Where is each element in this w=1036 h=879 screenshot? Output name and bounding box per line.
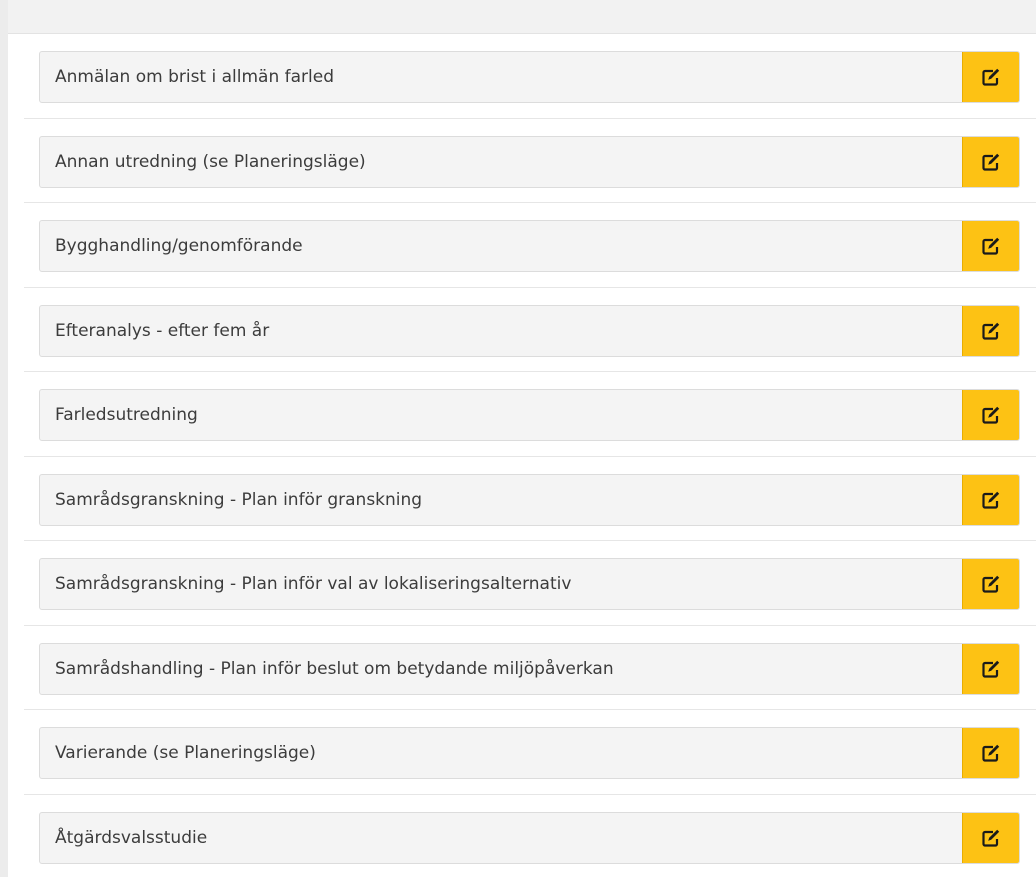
edit-icon — [982, 660, 1000, 678]
list-item-label: Anmälan om brist i allmän farled — [40, 52, 962, 102]
list-item[interactable]: Varierande (se Planeringsläge) — [39, 727, 1020, 779]
edit-button[interactable] — [962, 390, 1019, 440]
list-row: Varierande (se Planeringsläge) — [24, 710, 1036, 795]
list-row: Efteranalys - efter fem år — [24, 288, 1036, 373]
item-list: Anmälan om brist i allmän farled Annan u… — [24, 34, 1036, 879]
edit-button[interactable] — [962, 221, 1019, 271]
left-rail — [0, 0, 8, 877]
list-item-label: Åtgärdsvalsstudie — [40, 813, 962, 863]
edit-button[interactable] — [962, 644, 1019, 694]
list-item[interactable]: Annan utredning (se Planeringsläge) — [39, 136, 1020, 188]
list-item[interactable]: Samrådshandling - Plan inför beslut om b… — [39, 643, 1020, 695]
edit-icon — [982, 153, 1000, 171]
list-item[interactable]: Samrådsgranskning - Plan inför val av lo… — [39, 558, 1020, 610]
edit-icon — [982, 575, 1000, 593]
edit-button[interactable] — [962, 728, 1019, 778]
edit-button[interactable] — [962, 475, 1019, 525]
edit-icon — [982, 322, 1000, 340]
list-row: Farledsutredning — [24, 372, 1036, 457]
top-header-band — [8, 0, 1036, 34]
edit-button[interactable] — [962, 137, 1019, 187]
edit-icon — [982, 68, 1000, 86]
list-item[interactable]: Åtgärdsvalsstudie — [39, 812, 1020, 864]
list-item-label: Samrådshandling - Plan inför beslut om b… — [40, 644, 962, 694]
list-item[interactable]: Farledsutredning — [39, 389, 1020, 441]
list-item-label: Efteranalys - efter fem år — [40, 306, 962, 356]
edit-button[interactable] — [962, 52, 1019, 102]
list-item-label: Samrådsgranskning - Plan inför gransknin… — [40, 475, 962, 525]
list-item-label: Annan utredning (se Planeringsläge) — [40, 137, 962, 187]
edit-icon — [982, 744, 1000, 762]
list-item[interactable]: Samrådsgranskning - Plan inför gransknin… — [39, 474, 1020, 526]
list-row: Samrådsgranskning - Plan inför gransknin… — [24, 457, 1036, 542]
list-row: Annan utredning (se Planeringsläge) — [24, 119, 1036, 204]
list-item[interactable]: Efteranalys - efter fem år — [39, 305, 1020, 357]
list-item[interactable]: Anmälan om brist i allmän farled — [39, 51, 1020, 103]
list-item[interactable]: Bygghandling/genomförande — [39, 220, 1020, 272]
list-row: Åtgärdsvalsstudie — [24, 795, 1036, 879]
list-row: Samrådshandling - Plan inför beslut om b… — [24, 626, 1036, 711]
list-item-label: Samrådsgranskning - Plan inför val av lo… — [40, 559, 962, 609]
edit-button[interactable] — [962, 306, 1019, 356]
edit-icon — [982, 829, 1000, 847]
edit-icon — [982, 406, 1000, 424]
list-item-label: Varierande (se Planeringsläge) — [40, 728, 962, 778]
list-row: Anmälan om brist i allmän farled — [24, 34, 1036, 119]
edit-icon — [982, 491, 1000, 509]
edit-button[interactable] — [962, 559, 1019, 609]
list-item-label: Bygghandling/genomförande — [40, 221, 962, 271]
edit-icon — [982, 237, 1000, 255]
list-item-label: Farledsutredning — [40, 390, 962, 440]
list-row: Samrådsgranskning - Plan inför val av lo… — [24, 541, 1036, 626]
list-row: Bygghandling/genomförande — [24, 203, 1036, 288]
edit-button[interactable] — [962, 813, 1019, 863]
